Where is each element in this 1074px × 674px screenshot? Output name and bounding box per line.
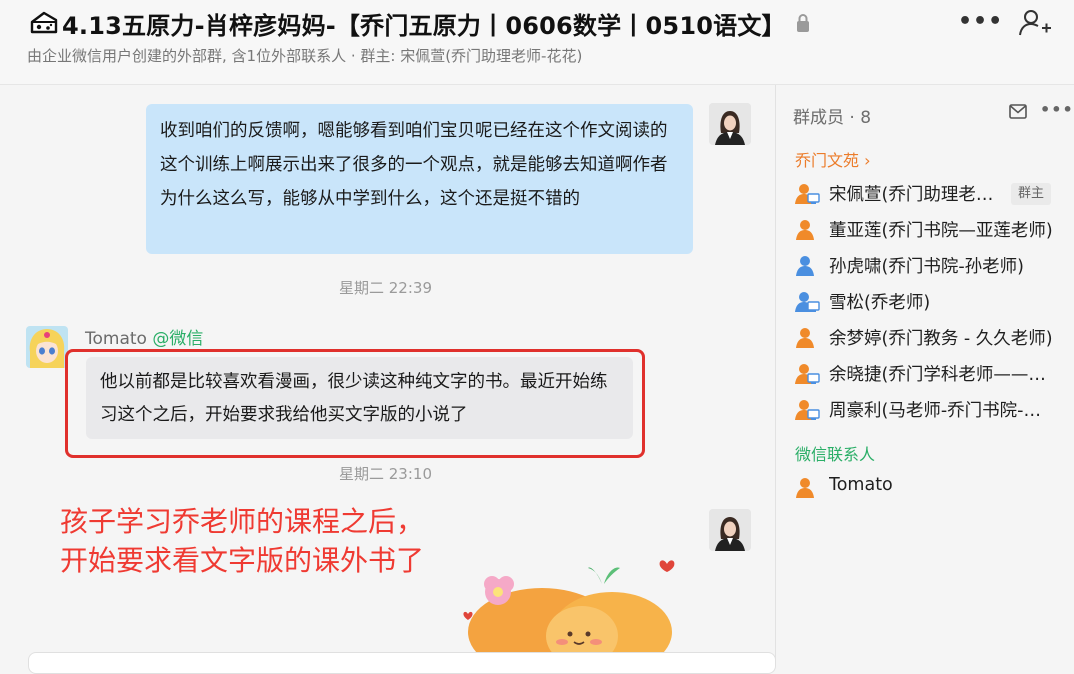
- lock-icon: [797, 14, 809, 32]
- member-name: 雪松(乔老师): [829, 293, 931, 313]
- user-screen-icon: [795, 364, 820, 384]
- chat-title: 4.13五原力-肖梓彦妈妈-【乔门五原力丨0606数学丨0510语文】: [62, 12, 786, 40]
- user-screen-icon: [795, 400, 820, 420]
- panel-more-icon[interactable]: •••: [1040, 100, 1074, 119]
- timestamp: 星期二 22:39: [339, 279, 432, 297]
- member-name: 孙虎啸(乔门书院-孙老师): [829, 257, 1024, 277]
- member-name: 宋佩萱(乔门助理老师-花花): [829, 185, 995, 205]
- my-avatar[interactable]: [709, 103, 751, 145]
- more-horizontal-icon[interactable]: •••: [958, 9, 1003, 34]
- member-name: Tomato: [829, 475, 893, 495]
- timestamp: 星期二 23:10: [339, 465, 432, 483]
- section-label: 乔门文苑: [795, 151, 860, 170]
- user-screen-icon: [795, 292, 820, 312]
- member-name: 余梦婷(乔门教务 - 久久老师): [829, 329, 1053, 349]
- section-qiaomen-wenyuan[interactable]: 乔门文苑 ›: [795, 147, 871, 171]
- message-icon[interactable]: [1009, 104, 1027, 120]
- highlight-box: [65, 349, 645, 458]
- members-heading: 群成员 · 8: [793, 108, 872, 128]
- section-wechat-contacts: 微信联系人: [795, 445, 876, 464]
- annotation-line: 开始要求看文字版的课外书了: [60, 544, 425, 577]
- my-message-text: 收到咱们的反馈啊，嗯能够看到咱们宝贝呢已经在这个作文阅读的这个训练上啊展示出来了…: [160, 121, 668, 209]
- group-cheese-icon: [30, 11, 58, 34]
- add-user-icon[interactable]: [1018, 8, 1052, 38]
- user-icon: [796, 328, 814, 348]
- cute-sticker-image[interactable]: [462, 552, 702, 660]
- user-icon: [796, 256, 814, 276]
- member-item[interactable]: 董亚莲(乔门书院—亚莲老师): [794, 214, 1066, 244]
- sender-name: Tomato: [85, 329, 147, 349]
- member-item[interactable]: 余晓捷(乔门学科老师——晓捷老师): [794, 358, 1066, 388]
- chat-subtitle: 由企业微信用户创建的外部群, 含1位外部联系人 · 群主: 宋佩萱(乔门助理老师…: [27, 47, 583, 65]
- member-item[interactable]: 周豪利(马老师-乔门书院-豪利老师): [794, 394, 1066, 424]
- annotation-text: 孩子学习乔老师的课程之后， 开始要求看文字版的课外书了: [60, 502, 424, 580]
- member-item[interactable]: Tomato: [794, 472, 1066, 502]
- member-item[interactable]: 宋佩萱(乔门助理老师-花花): [794, 178, 1066, 208]
- user-icon: [796, 478, 814, 498]
- message-input-box[interactable]: [28, 652, 776, 674]
- user-admin-icon: [795, 184, 820, 204]
- annotation-line: 孩子学习乔老师的课程之后，: [60, 505, 425, 538]
- user-icon: [796, 220, 814, 240]
- member-name: 余晓捷(乔门学科老师——晓捷老师): [829, 365, 1053, 385]
- chat-header: 4.13五原力-肖梓彦妈妈-【乔门五原力丨0606数学丨0510语文】 ••• …: [0, 0, 1074, 85]
- member-item[interactable]: 孙虎啸(乔门书院-孙老师): [794, 250, 1066, 280]
- my-avatar[interactable]: [709, 509, 751, 551]
- panel-divider: [775, 85, 776, 660]
- sender-name-row: Tomato @微信: [85, 324, 203, 349]
- member-name: 董亚莲(乔门书院—亚莲老师): [829, 221, 1053, 241]
- member-item[interactable]: 余梦婷(乔门教务 - 久久老师): [794, 322, 1066, 352]
- member-item[interactable]: 雪松(乔老师): [794, 286, 1066, 316]
- chevron-right-icon: ›: [864, 151, 871, 170]
- tomato-avatar[interactable]: [26, 326, 68, 368]
- sender-wechat-tag: @微信: [152, 329, 204, 349]
- member-name: 周豪利(马老师-乔门书院-豪利老师): [829, 401, 1053, 421]
